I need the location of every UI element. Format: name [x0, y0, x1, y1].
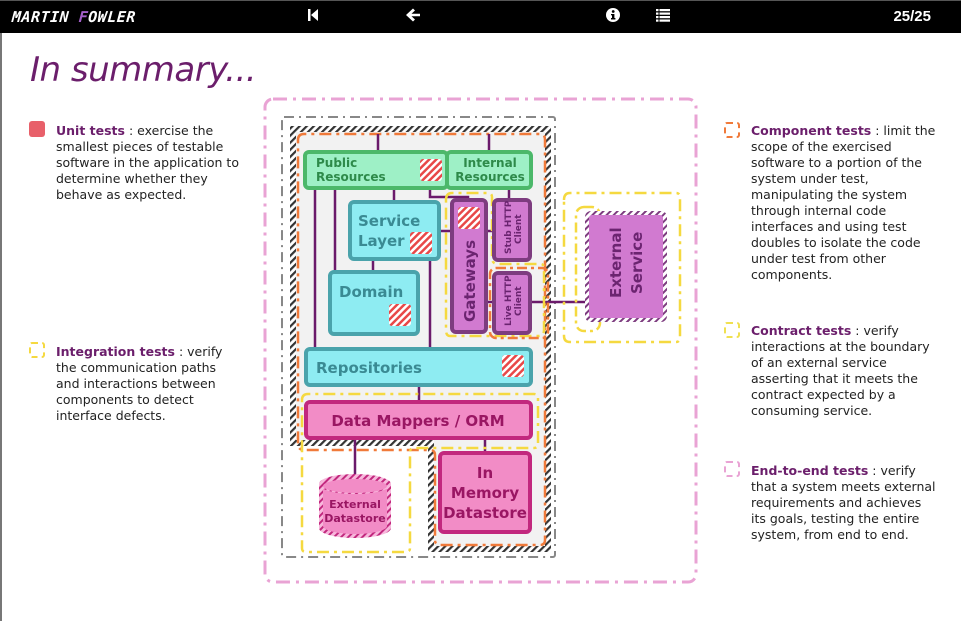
external-service-fill — [589, 215, 663, 318]
unit-test-marker — [502, 355, 524, 377]
in-memory-datastore-label-2: Memory — [451, 484, 519, 502]
live-http-client-label-1: Live HTTP — [504, 275, 514, 326]
unit-test-marker — [389, 304, 411, 326]
unit-test-marker — [458, 207, 480, 229]
in-memory-datastore-label-1: In — [477, 464, 493, 482]
public-resources-label-2: Resources — [316, 170, 386, 184]
data-mappers-label: Data Mappers / ORM — [331, 412, 504, 430]
unit-test-marker — [420, 159, 442, 181]
stub-http-client-label-2: Client — [514, 214, 524, 244]
gateways-label: Gateways — [461, 240, 479, 322]
stub-http-client-label-1: Stub HTTP — [504, 200, 514, 254]
live-http-client-label-2: Client — [514, 286, 524, 316]
service-layer-label-1: Service — [358, 212, 420, 230]
in-memory-datastore-label-3: Datastore — [443, 504, 527, 522]
repositories-label: Repositories — [316, 359, 422, 377]
internal-resources-label-2: Resources — [455, 170, 525, 184]
external-service-label-2: Service — [628, 232, 646, 294]
external-service-label-1: External — [607, 227, 625, 298]
service-layer-label-2: Layer — [358, 232, 405, 250]
unit-test-marker — [410, 232, 432, 254]
public-resources-label-1: Public — [316, 156, 357, 170]
external-datastore-label-2: Datastore — [324, 512, 385, 525]
test-boundaries-diagram: Public Resources Internal Resources Serv… — [263, 97, 698, 584]
internal-resources-label-1: Internal — [463, 156, 517, 170]
domain-label: Domain — [339, 283, 403, 301]
external-datastore-label-1: External — [329, 498, 381, 511]
